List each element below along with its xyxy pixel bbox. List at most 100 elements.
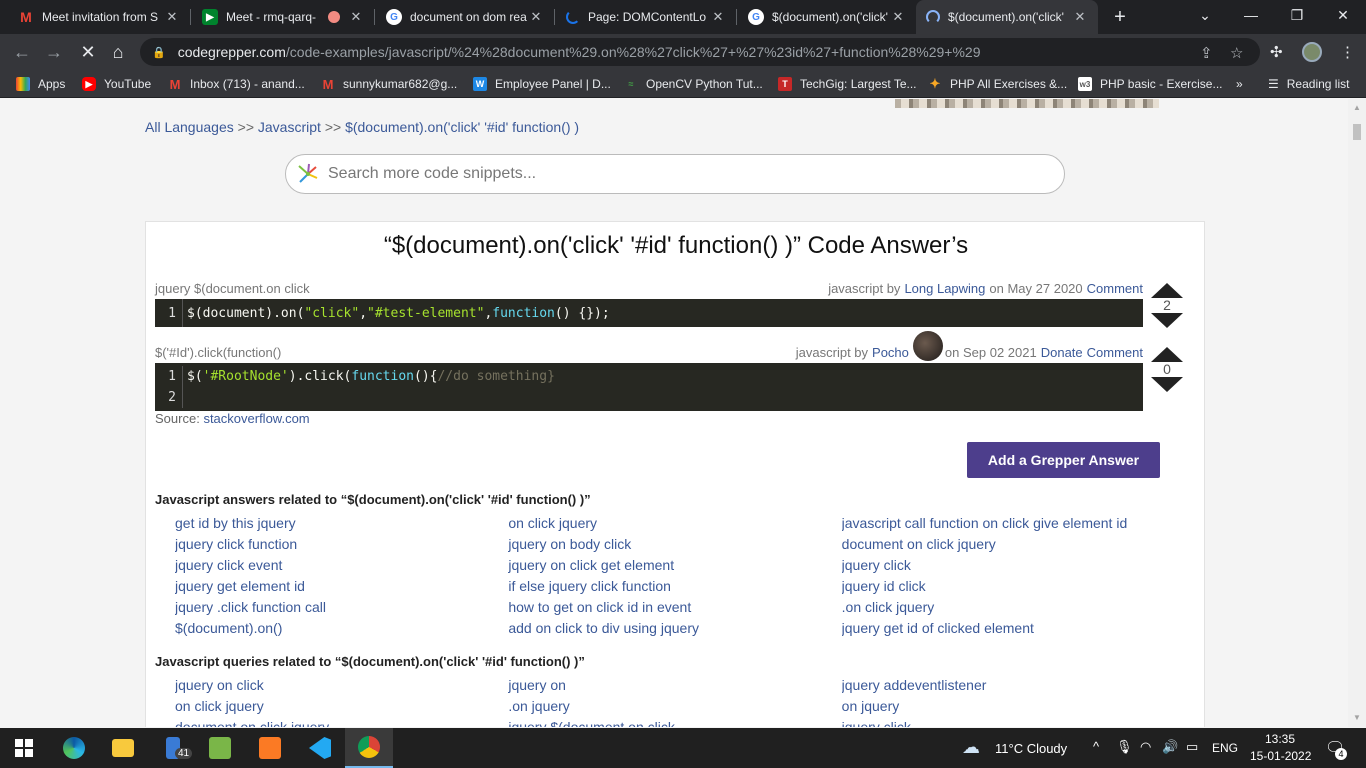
back-button[interactable]: ← [10,40,34,64]
browser-tab-active[interactable]: $(document).on('click' ✕ [916,0,1098,34]
related-query-link[interactable]: document on click jquery [175,719,508,728]
menu-icon[interactable]: ⋮ [1340,43,1355,61]
share-icon[interactable]: ⇪ [1200,44,1213,62]
close-icon[interactable]: ✕ [710,9,726,25]
microphone-icon[interactable]: 🎙 [1116,739,1133,755]
tab-search-icon[interactable]: ⌄ [1182,0,1228,30]
source-link[interactable]: stackoverflow.com [203,411,309,426]
code-search-box[interactable] [285,154,1065,194]
clock-date[interactable]: 15-01-2022 [1250,749,1311,763]
close-icon[interactable]: ✕ [528,9,544,25]
author-link[interactable]: Pocho [872,345,909,360]
related-answer-link[interactable]: .on click jquery [842,599,1175,615]
related-answer-link[interactable]: jquery click [842,557,1175,573]
browser-tab[interactable]: Page: DOMContentLo ✕ [556,0,736,34]
new-tab-button[interactable]: + [1108,5,1132,29]
star-icon[interactable]: ☆ [1230,44,1243,62]
address-bar[interactable]: 🔒 codegrepper.com /code-examples/javascr… [140,38,1260,66]
bookmark-employee-panel[interactable]: W Employee Panel | D... [473,70,611,98]
related-answer-link[interactable]: jquery .click function call [175,599,508,615]
author-link[interactable]: Long Lapwing [904,281,985,296]
bookmark-sunnykumar[interactable]: M sunnykumar682@g... [321,70,458,98]
vertical-scrollbar[interactable]: ▲ ▼ [1348,99,1366,727]
related-answer-link[interactable]: document on click jquery [842,536,1175,552]
breadcrumb-current[interactable]: $(document).on('click' '#id' function() … [345,119,579,135]
scroll-up-arrow-icon[interactable]: ▲ [1352,103,1362,113]
bookmark-opencv[interactable]: ≈ OpenCV Python Tut... [624,70,763,98]
start-button[interactable] [0,728,48,768]
related-answer-link[interactable]: on click jquery [508,515,841,531]
comment-link[interactable]: Comment [1087,345,1143,360]
related-query-link[interactable]: jquery click [842,719,1175,728]
language-indicator[interactable]: ENG [1212,741,1238,755]
related-answer-link[interactable]: $(document).on() [175,620,508,636]
downvote-arrow-icon[interactable] [1151,313,1183,328]
chrome-taskbar-icon[interactable] [345,728,393,768]
browser-tab[interactable]: G $(document).on('click' ✕ [738,0,916,34]
related-answer-link[interactable]: jquery click function [175,536,508,552]
home-button[interactable]: ⌂ [106,40,130,64]
scroll-down-arrow-icon[interactable]: ▼ [1352,713,1362,723]
file-explorer-icon[interactable] [99,728,147,768]
related-query-link[interactable]: jquery on click [175,677,508,693]
bookmark-youtube[interactable]: ▶ YouTube [82,70,151,98]
xampp-icon[interactable] [246,728,294,768]
related-query-link[interactable]: jquery $(document.on click [508,719,841,728]
related-answer-link[interactable]: jquery on click get element [508,557,841,573]
breadcrumb-javascript[interactable]: Javascript [258,119,321,135]
bookmark-apps[interactable]: Apps [16,70,65,98]
related-answer-link[interactable]: jquery on body click [508,536,841,552]
related-answer-link[interactable]: javascript call function on click give e… [842,515,1175,531]
wifi-icon[interactable]: ◠ [1140,739,1151,755]
related-query-link[interactable]: .on jquery [508,698,841,714]
search-input[interactable] [328,165,1028,183]
upvote-arrow-icon[interactable] [1151,347,1183,362]
bookmark-php-basic[interactable]: w3 PHP basic - Exercise... [1078,70,1222,98]
volume-icon[interactable]: 🔊 [1162,739,1178,755]
show-hidden-icons[interactable]: ^ [1093,739,1099,754]
forward-button[interactable]: → [42,40,66,64]
bookmark-php-exercises[interactable]: ✦ PHP All Exercises &... [928,70,1068,98]
scroll-thumb[interactable] [1353,124,1361,140]
weather-text[interactable]: 11°C Cloudy [995,741,1067,756]
restore-button[interactable]: ❐ [1274,0,1320,30]
related-answer-link[interactable]: jquery click event [175,557,508,573]
bookmark-inbox[interactable]: M Inbox (713) - anand... [168,70,305,98]
profile-avatar[interactable] [1302,42,1322,62]
upvote-arrow-icon[interactable] [1151,283,1183,298]
related-query-link[interactable]: on click jquery [175,698,508,714]
notepad-plus-icon[interactable] [196,728,244,768]
related-answer-link[interactable]: jquery get id of clicked element [842,620,1175,636]
related-answer-link[interactable]: get id by this jquery [175,515,508,531]
author-avatar[interactable] [912,331,943,361]
downvote-arrow-icon[interactable] [1151,377,1183,392]
donate-link[interactable]: Donate [1041,345,1083,360]
extensions-icon[interactable]: ✣ [1270,43,1283,61]
vscode-icon[interactable] [296,728,344,768]
browser-tab[interactable]: G document on dom rea ✕ [376,0,554,34]
reading-list-button[interactable]: ☰ Reading list [1268,70,1349,98]
related-query-link[interactable]: jquery addeventlistener [842,677,1175,693]
browser-tab[interactable]: M Meet invitation from S ✕ [8,0,190,34]
battery-icon[interactable]: ▭ [1186,739,1198,755]
related-answer-link[interactable]: if else jquery click function [508,578,841,594]
browser-tab[interactable]: ▶ Meet - rmq-qarq- ✕ [192,0,374,34]
bookmarks-more-button[interactable]: » [1236,70,1243,98]
comment-link[interactable]: Comment [1087,281,1143,296]
clock-time[interactable]: 13:35 [1265,732,1295,746]
add-grepper-answer-button[interactable]: Add a Grepper Answer [967,442,1160,478]
related-query-link[interactable]: on jquery [842,698,1175,714]
related-answer-link[interactable]: how to get on click id in event [508,599,841,615]
phone-link-icon[interactable]: 41 [149,728,197,768]
related-answer-link[interactable]: add on click to div using jquery [508,620,841,636]
stop-loading-button[interactable]: ✕ [76,40,100,64]
code-block[interactable]: 1 $('#RootNode').click(function(){//do s… [155,363,1143,411]
edge-icon[interactable] [50,728,98,768]
close-icon[interactable]: ✕ [890,9,906,25]
lock-icon[interactable]: 🔒 [152,46,166,59]
related-answer-link[interactable]: jquery id click [842,578,1175,594]
close-icon[interactable]: ✕ [164,9,180,25]
close-window-button[interactable]: ✕ [1320,0,1366,30]
related-answer-link[interactable]: jquery get element id [175,578,508,594]
breadcrumb-all-languages[interactable]: All Languages [145,119,234,135]
